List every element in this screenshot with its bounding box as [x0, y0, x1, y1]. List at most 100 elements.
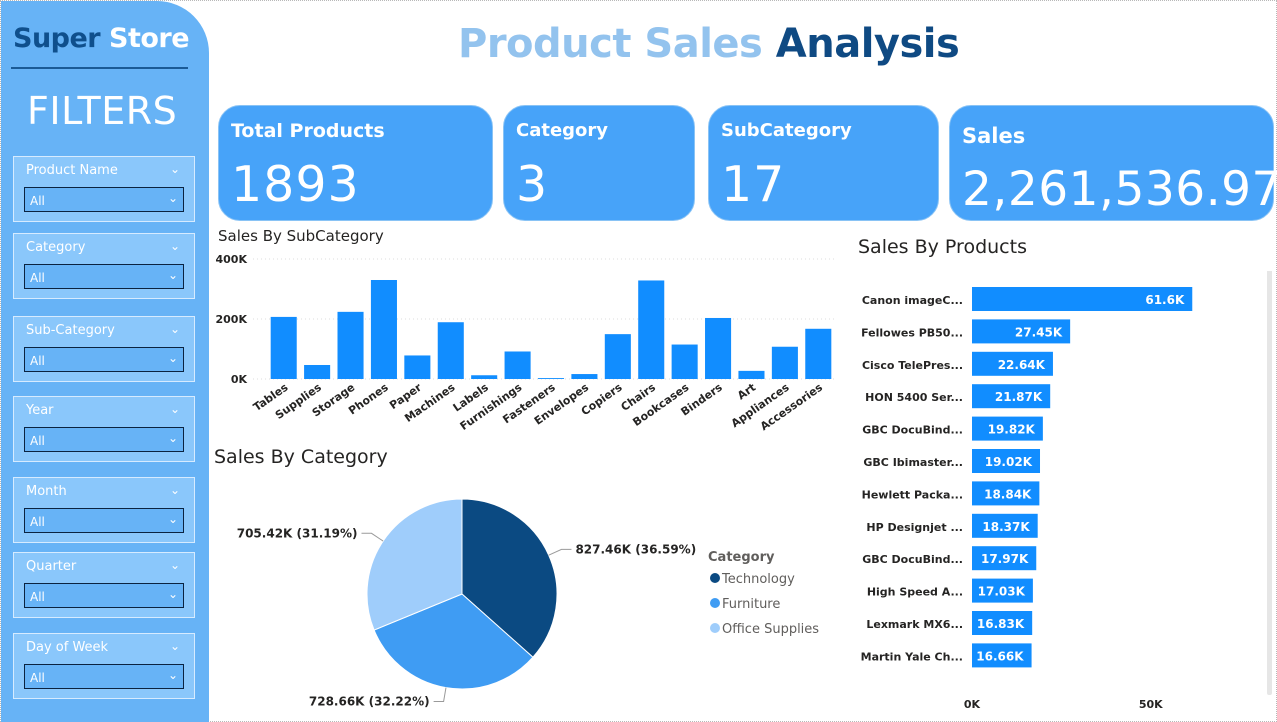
bar — [571, 374, 598, 379]
subcategory-chart-title: Sales By SubCategory — [218, 227, 384, 245]
product-name-dropdown[interactable]: All ⌄ — [24, 187, 184, 212]
chevron-down-icon: ⌄ — [167, 512, 178, 526]
y-tick-label: Canon imageC... — [862, 294, 963, 307]
bar — [705, 317, 732, 379]
data-label: 19.02K — [985, 455, 1033, 469]
bar — [738, 370, 765, 379]
y-tick-label: GBC Ibimaster... — [863, 456, 963, 469]
data-label: 827.46K (36.59%) — [575, 542, 696, 556]
data-label: 19.82K — [988, 423, 1036, 437]
data-label: 61.6K — [1145, 293, 1185, 307]
bar — [504, 351, 531, 379]
products-chart-title: Sales By Products — [858, 236, 1027, 258]
day-of-week-dropdown[interactable]: All ⌄ — [24, 664, 184, 689]
scrollbar[interactable] — [1267, 271, 1272, 695]
y-tick-label: Lexmark MX6... — [866, 618, 963, 631]
kpi-category[interactable]: Category 3 — [503, 105, 695, 221]
brand-underline — [11, 67, 188, 69]
data-label: 17.03K — [978, 585, 1026, 599]
filter-sidebar: Super Store FILTERS Product Name ⌄ All ⌄… — [1, 1, 209, 722]
y-tick-label: Cisco TelePres... — [862, 359, 963, 372]
chevron-down-icon: ⌄ — [167, 668, 178, 682]
slicer-label: Sub-Category — [26, 323, 115, 338]
kpi-label: Sales — [962, 124, 1026, 148]
chevron-down-icon[interactable]: ⌄ — [170, 322, 180, 336]
bar — [771, 346, 798, 379]
data-label: 22.64K — [998, 358, 1046, 372]
y-tick-label: 400K — [216, 253, 248, 266]
slicer-label: Quarter — [26, 559, 77, 574]
dropdown-value: All — [30, 354, 45, 368]
slicer-year: Year ⌄ All ⌄ — [13, 396, 195, 462]
chevron-down-icon: ⌄ — [167, 268, 178, 282]
legend-item: Technology — [721, 572, 795, 587]
dropdown-value: All — [30, 434, 45, 448]
dropdown-value: All — [30, 590, 45, 604]
chevron-down-icon: ⌄ — [167, 351, 178, 365]
page-title: Product Sales Analysis — [458, 21, 960, 67]
y-tick-label: 0K — [231, 373, 248, 386]
chevron-down-icon: ⌄ — [167, 587, 178, 601]
data-label: 16.83K — [977, 617, 1025, 631]
dropdown-value: All — [30, 194, 45, 208]
slicer-category: Category ⌄ All ⌄ — [13, 233, 195, 299]
legend-marker — [710, 623, 720, 633]
data-label: 27.45K — [1015, 325, 1063, 339]
slicer-label: Product Name — [26, 163, 118, 178]
data-label: 18.84K — [984, 487, 1032, 501]
year-dropdown[interactable]: All ⌄ — [24, 427, 184, 452]
data-label: 17.97K — [981, 552, 1029, 566]
dropdown-value: All — [30, 515, 45, 529]
filters-heading: FILTERS — [27, 89, 178, 133]
y-tick-label: Hewlett Packa... — [862, 488, 963, 501]
chevron-down-icon[interactable]: ⌄ — [170, 402, 180, 416]
y-tick-label: HON 5400 Ser... — [865, 391, 963, 404]
chevron-down-icon[interactable]: ⌄ — [170, 483, 180, 497]
subcategory-bar-chart[interactable]: 400K200K0KTablesSuppliesStoragePhonesPap… — [213, 249, 839, 439]
kpi-total-products[interactable]: Total Products 1893 — [218, 105, 493, 221]
slicer-label: Year — [26, 403, 54, 418]
y-tick-label: Martin Yale Ch... — [861, 650, 963, 663]
data-label: 18.37K — [982, 520, 1030, 534]
chevron-down-icon: ⌄ — [167, 191, 178, 205]
x-tick-label: 0K — [964, 698, 981, 711]
category-dropdown[interactable]: All ⌄ — [24, 264, 184, 289]
data-label: 728.66K (32.22%) — [309, 694, 430, 708]
chevron-down-icon[interactable]: ⌄ — [170, 239, 180, 253]
bar — [404, 355, 431, 379]
x-tick-label: Art — [735, 381, 758, 403]
slicer-label: Day of Week — [26, 640, 109, 655]
month-dropdown[interactable]: All ⌄ — [24, 508, 184, 533]
kpi-subcategory[interactable]: SubCategory 17 — [708, 105, 939, 221]
slicer-sub-category: Sub-Category ⌄ All ⌄ — [13, 316, 195, 382]
legend-title: Category — [708, 550, 775, 565]
chevron-down-icon[interactable]: ⌄ — [170, 558, 180, 572]
quarter-dropdown[interactable]: All ⌄ — [24, 583, 184, 608]
leader-line — [433, 687, 447, 702]
products-bar-chart[interactable]: Canon imageC... 61.6K Fellowes PB50... 27.4… — [859, 271, 1277, 721]
chevron-down-icon[interactable]: ⌄ — [170, 162, 180, 176]
category-pie-chart[interactable]: 827.46K (36.59%) 728.66K (32.22%) 705.42K … — [213, 471, 853, 716]
bar — [304, 364, 331, 379]
kpi-value: 1893 — [231, 156, 360, 213]
chevron-down-icon[interactable]: ⌄ — [170, 639, 180, 653]
y-tick-label: Fellowes PB50... — [861, 326, 963, 339]
slicer-quarter: Quarter ⌄ All ⌄ — [13, 552, 195, 618]
bar — [671, 344, 698, 379]
slicer-product-name: Product Name ⌄ All ⌄ — [13, 156, 195, 222]
dropdown-value: All — [30, 671, 45, 685]
slicer-label: Category — [26, 240, 86, 255]
bar — [471, 375, 498, 379]
bar — [270, 316, 297, 379]
category-chart-title: Sales By Category — [214, 446, 388, 468]
slicer-day-of-week: Day of Week ⌄ All ⌄ — [13, 633, 195, 699]
sub-category-dropdown[interactable]: All ⌄ — [24, 347, 184, 372]
kpi-sales[interactable]: Sales 2,261,536.97 — [949, 105, 1277, 221]
title-part1: Product Sales — [458, 21, 763, 67]
y-tick-label: HP Designjet ... — [866, 521, 963, 534]
bar — [437, 322, 464, 379]
legend-item: Furniture — [722, 597, 780, 612]
kpi-label: Category — [516, 120, 609, 141]
dropdown-value: All — [30, 271, 45, 285]
legend-item: Office Supplies — [722, 622, 819, 637]
